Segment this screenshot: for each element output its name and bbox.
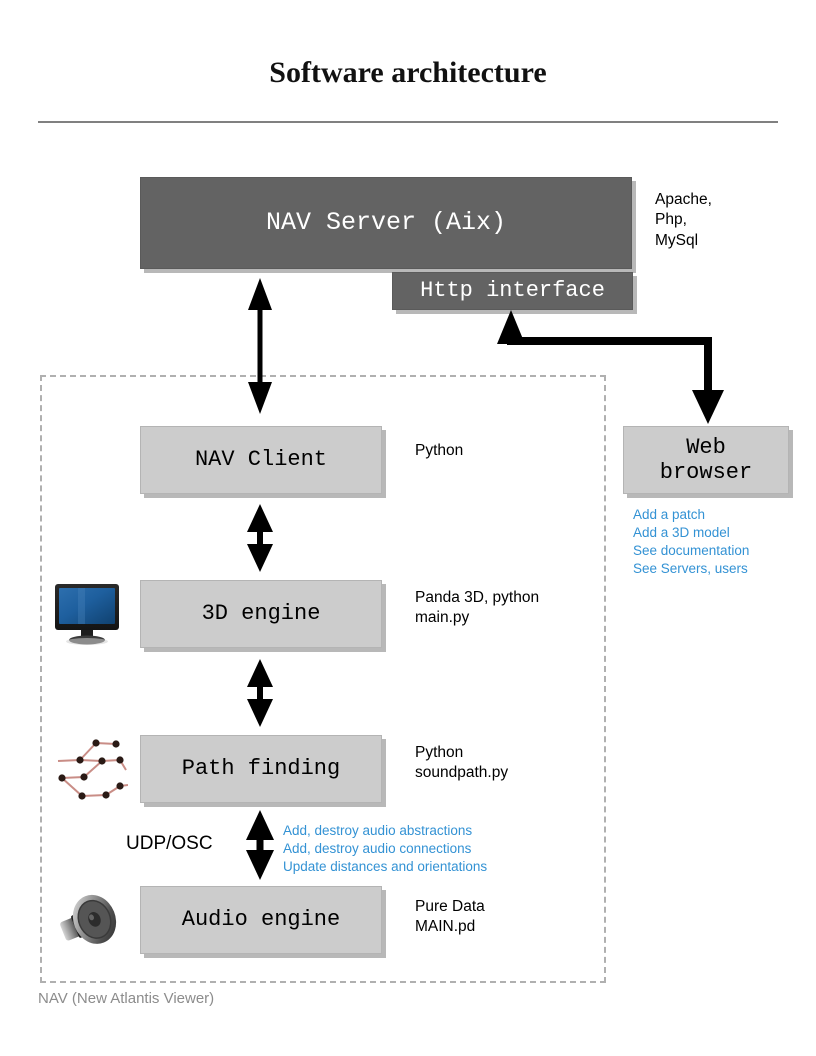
web-browser-action-item[interactable]: Add a patch [633, 506, 749, 524]
web-browser-action-item[interactable]: Add a 3D model [633, 524, 749, 542]
osc-message-item: Add, destroy audio abstractions [283, 823, 473, 838]
osc-message-item: Update distances and orientations [283, 858, 488, 874]
web-browser-label-line1: Web [686, 434, 726, 460]
http-interface-box[interactable]: Http interface [392, 272, 633, 310]
web-browser-action-item[interactable]: See Servers, users [633, 560, 749, 578]
nav-viewer-zone-caption: NAV (New Atlantis Viewer) [38, 990, 215, 1007]
web-browser-action-item[interactable]: See documentation [633, 542, 749, 560]
path-finding-tech-annotation: Python soundpath.py [415, 744, 509, 782]
osc-message-list: Add, destroy audio abstractions Add, des… [283, 822, 487, 876]
3d-engine-tech-annotation: Panda 3D, python main.py [415, 589, 540, 627]
nav-client-box[interactable]: NAV Client [140, 426, 382, 494]
3d-engine-box[interactable]: 3D engine [140, 580, 382, 648]
path-graph-icon [50, 733, 129, 805]
path-finding-box[interactable]: Path finding [140, 735, 382, 803]
monitor-icon [54, 583, 120, 645]
audio-engine-box[interactable]: Audio engine [140, 886, 382, 954]
nav-client-label: NAV Client [194, 447, 328, 473]
nav-server-tech-annotation: Apache, Php, MySql [655, 191, 712, 249]
nav-server-box[interactable]: NAV Server (Aix) [140, 177, 632, 269]
title-divider [38, 121, 778, 123]
speaker-icon [57, 892, 119, 952]
audio-engine-label: Audio engine [181, 907, 341, 933]
audio-engine-tech-annotation: Pure Data MAIN.pd [415, 898, 485, 936]
nav-client-tech-annotation: Python [415, 442, 464, 459]
web-browser-label-line2: browser [659, 460, 753, 485]
path-finding-label: Path finding [181, 756, 341, 782]
osc-message-item: Add, destroy audio connections [283, 840, 472, 856]
http-interface-label: Http interface [420, 278, 605, 304]
page-title: Software architecture [269, 56, 547, 89]
web-browser-box[interactable]: Web browser [623, 426, 789, 494]
3d-engine-label: 3D engine [201, 601, 321, 627]
udp-osc-label: UDP/OSC [126, 833, 213, 854]
web-browser-actions-list: Add a patch Add a 3D model See documenta… [633, 506, 749, 578]
nav-server-label: NAV Server (Aix) [265, 207, 507, 237]
